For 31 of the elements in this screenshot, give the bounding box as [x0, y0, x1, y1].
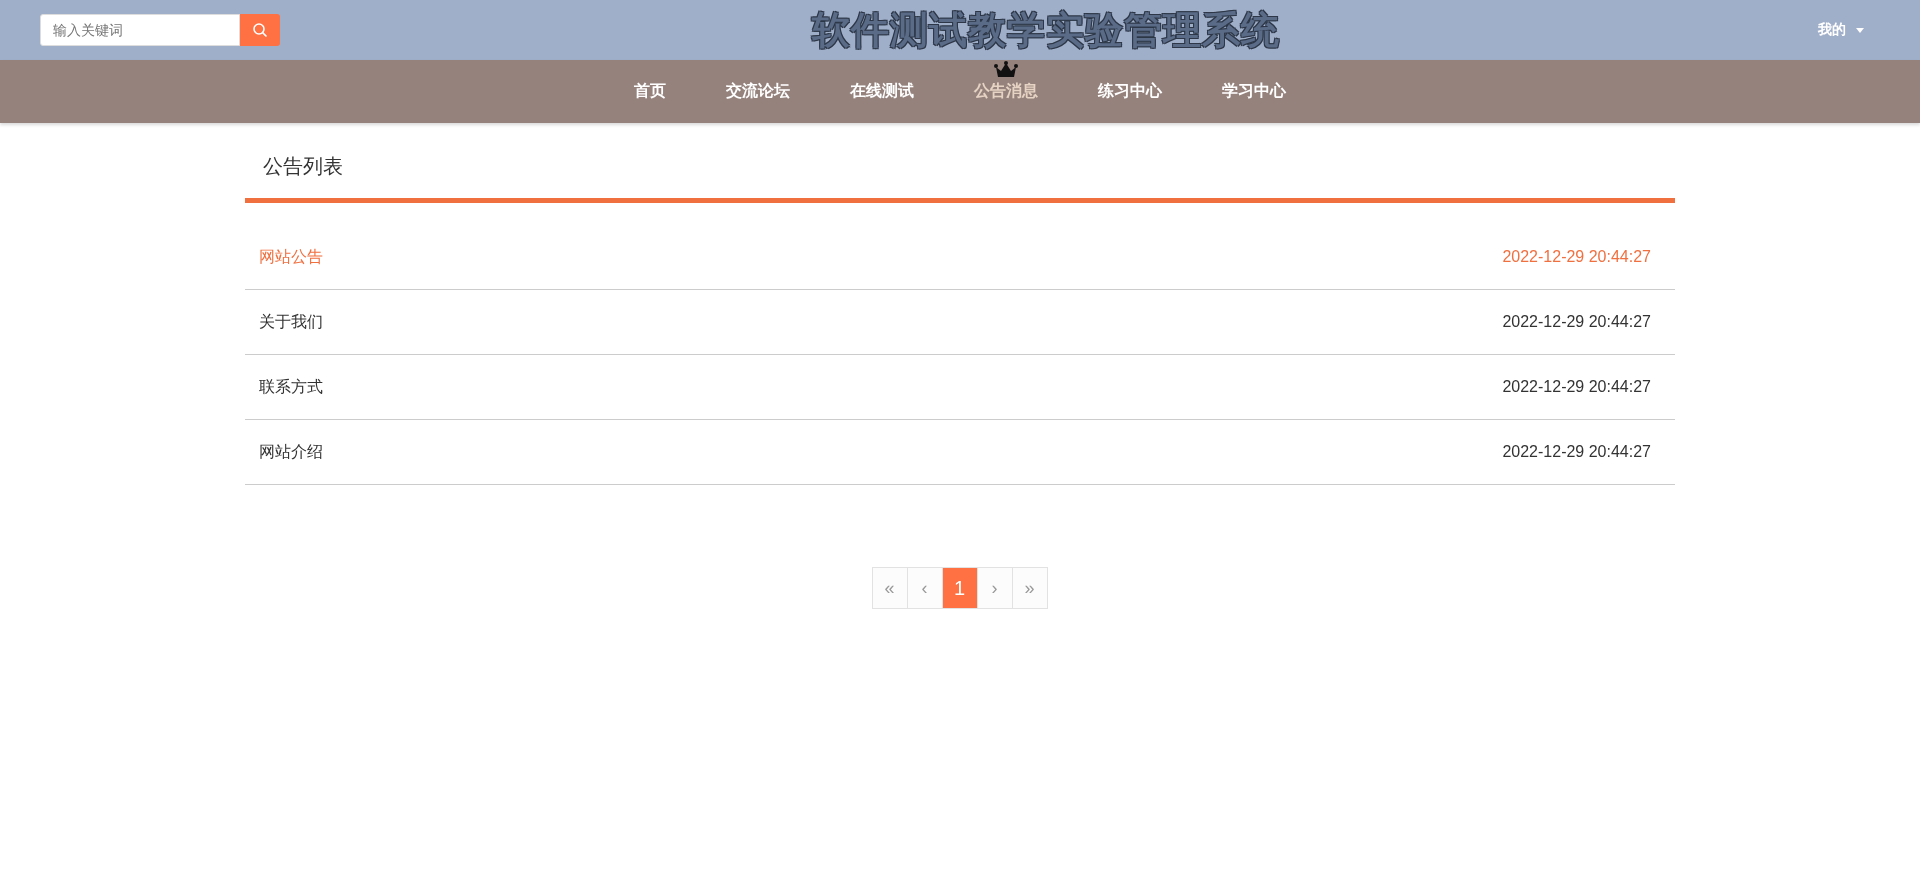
search-icon [252, 22, 268, 38]
notice-row[interactable]: 网站公告 2022-12-29 20:44:27 [245, 225, 1675, 290]
page-button[interactable]: » [1011, 567, 1048, 609]
notice-title: 网站公告 [259, 246, 323, 267]
nav-tab[interactable]: 在线测试 [820, 81, 944, 102]
nav-tab[interactable]: 学习中心 [1192, 81, 1316, 102]
nav-tab[interactable]: 公告消息 [944, 81, 1068, 102]
notice-title: 网站介绍 [259, 441, 323, 462]
page-button[interactable]: 1 [941, 567, 978, 609]
notice-time: 2022-12-29 20:44:27 [1502, 378, 1651, 396]
notice-time: 2022-12-29 20:44:27 [1502, 313, 1651, 331]
notice-title: 联系方式 [259, 376, 323, 397]
notice-time: 2022-12-29 20:44:27 [1502, 443, 1651, 461]
nav-tab[interactable]: 练习中心 [1068, 81, 1192, 102]
page-button[interactable]: › [976, 567, 1013, 609]
notice-row[interactable]: 网站介绍 2022-12-29 20:44:27 [245, 420, 1675, 485]
caret-icon [1856, 27, 1864, 33]
notice-title: 关于我们 [259, 311, 323, 332]
notice-time: 2022-12-29 20:44:27 [1502, 248, 1651, 266]
nav-tab[interactable]: 交流论坛 [696, 81, 820, 102]
notice-row[interactable]: 联系方式 2022-12-29 20:44:27 [245, 355, 1675, 420]
panel-title: 公告列表 [263, 155, 343, 177]
crown-icon [994, 61, 1018, 79]
page-button[interactable]: ‹ [906, 567, 943, 609]
search-field[interactable]: 输入关键词 [40, 14, 240, 46]
search-button[interactable] [240, 14, 280, 46]
notice-row[interactable]: 关于我们 2022-12-29 20:44:27 [245, 290, 1675, 355]
user-menu[interactable]: 我的 [1812, 20, 1870, 40]
nav-tab[interactable]: 首页 [604, 81, 696, 102]
page-button[interactable]: « [871, 567, 908, 609]
site-title: 软件测试教学实验管理系统 [812, 7, 1280, 53]
